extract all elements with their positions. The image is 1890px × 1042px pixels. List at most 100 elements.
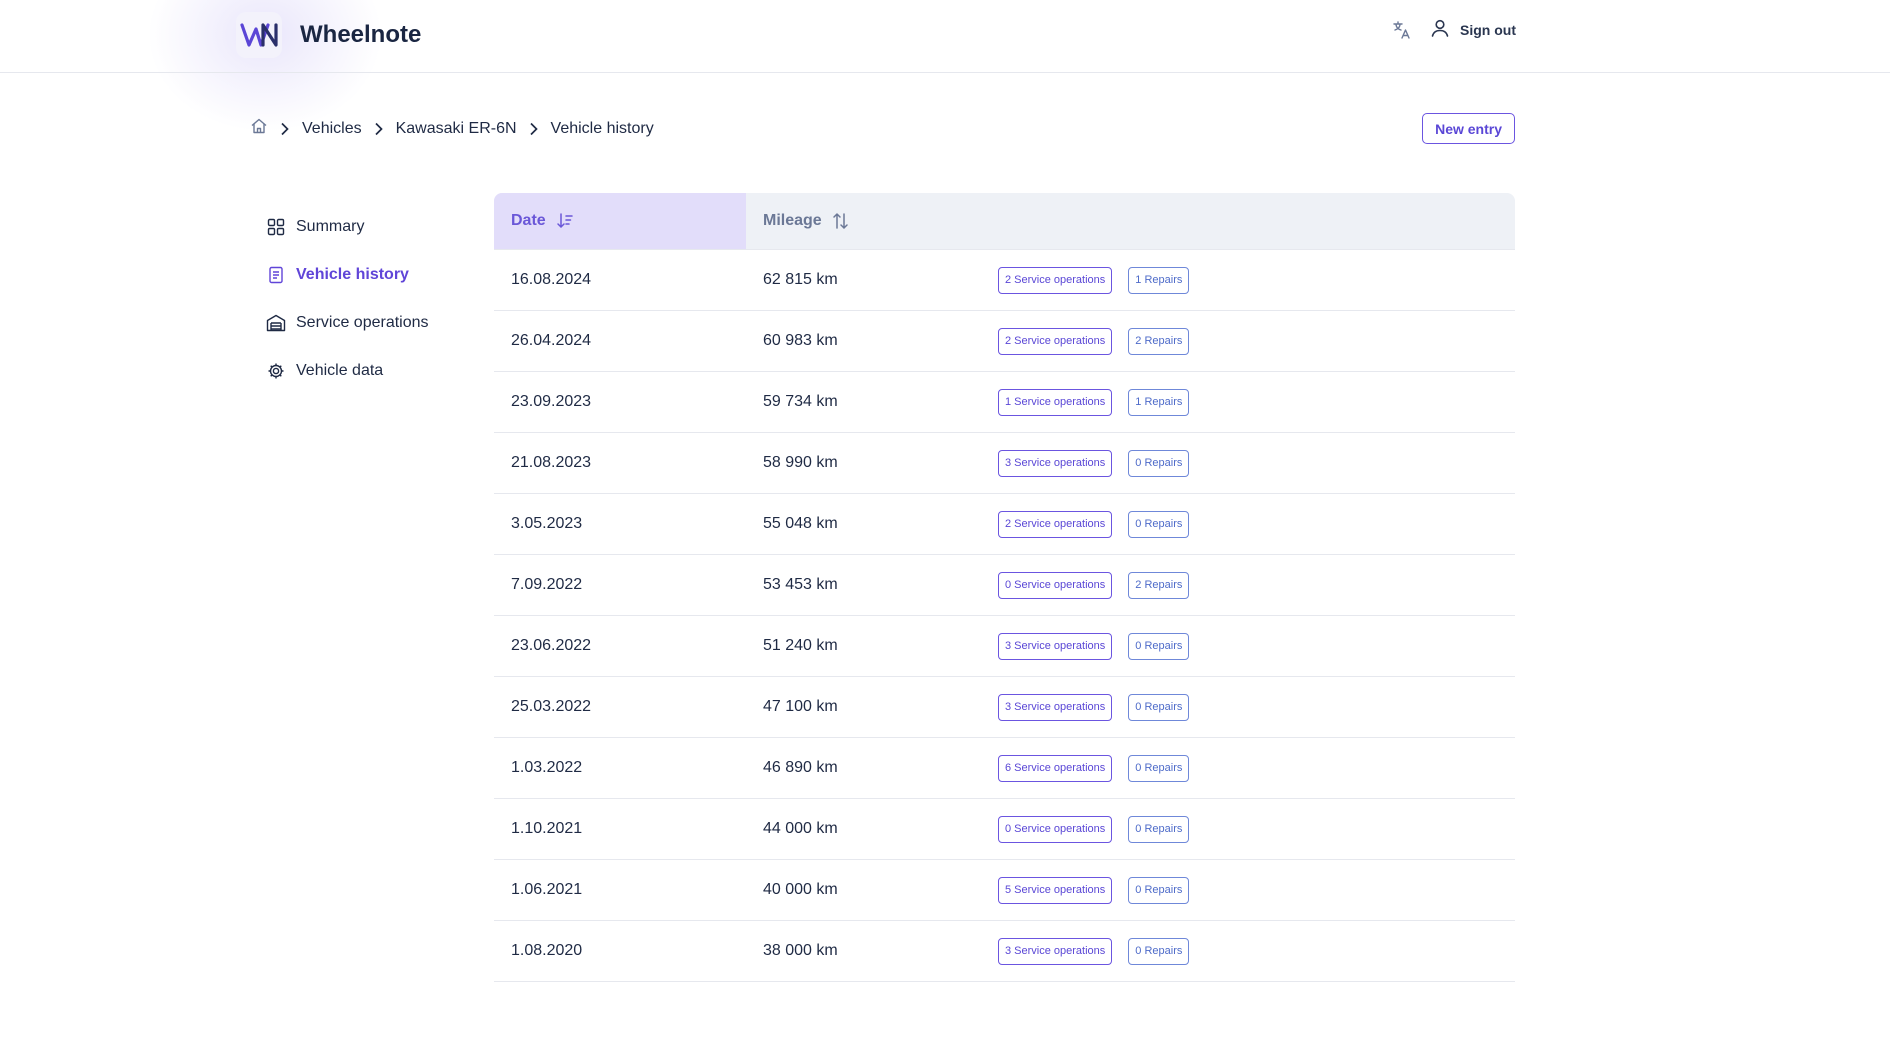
- date-cell: 1.06.2021: [511, 881, 583, 898]
- date-cell: 1.08.2020: [511, 942, 583, 959]
- table-row[interactable]: 23.06.2022 51 240 km 3 Service operation…: [494, 616, 1515, 677]
- sidebar-item-vehicle-data[interactable]: Vehicle data: [266, 347, 429, 395]
- sidebar-item-label: Vehicle history: [296, 266, 409, 283]
- column-header-date[interactable]: Date: [494, 193, 746, 249]
- breadcrumb-vehicles[interactable]: Vehicles: [302, 120, 362, 138]
- service-operations-badge[interactable]: 1 Service operations: [998, 388, 1113, 416]
- new-entry-button[interactable]: New entry: [1422, 113, 1515, 144]
- table-row[interactable]: 21.08.2023 58 990 km 3 Service operation…: [494, 433, 1515, 494]
- repairs-badge[interactable]: 2 Repairs: [1128, 571, 1190, 599]
- service-operations-badge[interactable]: 5 Service operations: [998, 876, 1113, 904]
- table-row[interactable]: 1.10.2021 44 000 km 0 Service operations…: [494, 799, 1515, 860]
- badges: 3 Service operations 0 Repairs: [998, 449, 1190, 477]
- breadcrumb-current[interactable]: Vehicle history: [551, 120, 654, 138]
- badges: 3 Service operations 0 Repairs: [998, 693, 1190, 721]
- table-row[interactable]: 1.03.2022 46 890 km 6 Service operations…: [494, 738, 1515, 799]
- service-operations-badge[interactable]: 3 Service operations: [998, 632, 1113, 660]
- badges: 2 Service operations 1 Repairs: [998, 266, 1190, 294]
- service-operations-badge[interactable]: 2 Service operations: [998, 510, 1113, 538]
- badges: 5 Service operations 0 Repairs: [998, 876, 1190, 904]
- date-cell: 3.05.2023: [511, 515, 583, 532]
- gear-icon: [266, 361, 286, 381]
- document-icon: [266, 265, 286, 285]
- table-row[interactable]: 7.09.2022 53 453 km 0 Service operations…: [494, 555, 1515, 616]
- table-row[interactable]: 16.08.2024 62 815 km 2 Service operation…: [494, 250, 1515, 311]
- service-operations-badge[interactable]: 6 Service operations: [998, 754, 1113, 782]
- repairs-badge[interactable]: 0 Repairs: [1128, 510, 1190, 538]
- repairs-badge[interactable]: 0 Repairs: [1128, 693, 1190, 721]
- service-operations-badge[interactable]: 2 Service operations: [998, 266, 1113, 294]
- app-name: Wheelnote: [300, 21, 422, 48]
- home-icon[interactable]: [250, 117, 268, 140]
- repairs-badge[interactable]: 0 Repairs: [1128, 815, 1190, 843]
- garage-icon: [266, 313, 286, 333]
- badges: 2 Service operations 0 Repairs: [998, 510, 1190, 538]
- badges: 0 Service operations 2 Repairs: [998, 571, 1190, 599]
- chevron-right-icon: [280, 122, 290, 136]
- table-row[interactable]: 3.05.2023 55 048 km 2 Service operations…: [494, 494, 1515, 555]
- sidebar-item-service-operations[interactable]: Service operations: [266, 299, 429, 347]
- service-operations-badge[interactable]: 3 Service operations: [998, 449, 1113, 477]
- table-header: Date Mileage: [494, 193, 1515, 250]
- date-cell: 21.08.2023: [511, 454, 592, 471]
- table-row[interactable]: 25.03.2022 47 100 km 3 Service operation…: [494, 677, 1515, 738]
- column-header-mileage[interactable]: Mileage: [746, 193, 850, 249]
- badges: 1 Service operations 1 Repairs: [998, 388, 1190, 416]
- chevron-right-icon: [529, 122, 539, 136]
- mileage-cell: 53 453 km: [763, 576, 838, 593]
- service-operations-badge[interactable]: 0 Service operations: [998, 571, 1113, 599]
- sort-icon: [832, 212, 850, 230]
- date-cell: 25.03.2022: [511, 698, 592, 715]
- column-label: Mileage: [763, 212, 822, 229]
- sign-out-button[interactable]: Sign out: [1430, 18, 1516, 41]
- repairs-badge[interactable]: 2 Repairs: [1128, 327, 1190, 355]
- date-cell: 7.09.2022: [511, 576, 583, 593]
- table-row[interactable]: 1.06.2021 40 000 km 5 Service operations…: [494, 860, 1515, 921]
- brand[interactable]: Wheelnote: [236, 12, 421, 58]
- sidebar-item-label: Service operations: [296, 314, 429, 331]
- mileage-cell: 40 000 km: [763, 881, 838, 898]
- date-cell: 1.03.2022: [511, 759, 583, 776]
- table-row[interactable]: 26.04.2024 60 983 km 2 Service operation…: [494, 311, 1515, 372]
- sidebar-item-summary[interactable]: Summary: [266, 203, 429, 251]
- mileage-cell: 44 000 km: [763, 820, 838, 837]
- history-table: Date Mileage 16.08.2024 62 815 km 2 Serv…: [494, 193, 1515, 982]
- badges: 3 Service operations 0 Repairs: [998, 632, 1190, 660]
- mileage-cell: 46 890 km: [763, 759, 838, 776]
- mileage-cell: 55 048 km: [763, 515, 838, 532]
- service-operations-badge[interactable]: 3 Service operations: [998, 937, 1113, 965]
- badges: 6 Service operations 0 Repairs: [998, 754, 1190, 782]
- table-row[interactable]: 1.08.2020 38 000 km 3 Service operations…: [494, 921, 1515, 982]
- service-operations-badge[interactable]: 0 Service operations: [998, 815, 1113, 843]
- mileage-cell: 38 000 km: [763, 942, 838, 959]
- service-operations-badge[interactable]: 2 Service operations: [998, 327, 1113, 355]
- repairs-badge[interactable]: 0 Repairs: [1128, 632, 1190, 660]
- mileage-cell: 59 734 km: [763, 393, 838, 410]
- date-cell: 1.10.2021: [511, 820, 583, 837]
- date-cell: 26.04.2024: [511, 332, 592, 349]
- repairs-badge[interactable]: 0 Repairs: [1128, 449, 1190, 477]
- table-row[interactable]: 23.09.2023 59 734 km 1 Service operation…: [494, 372, 1515, 433]
- sidebar-item-label: Summary: [296, 218, 365, 235]
- breadcrumb: Vehicles Kawasaki ER-6N Vehicle history: [250, 117, 654, 140]
- repairs-badge[interactable]: 0 Repairs: [1128, 876, 1190, 904]
- repairs-badge[interactable]: 0 Repairs: [1128, 754, 1190, 782]
- service-operations-badge[interactable]: 3 Service operations: [998, 693, 1113, 721]
- translate-icon[interactable]: [1392, 20, 1412, 40]
- repairs-badge[interactable]: 1 Repairs: [1128, 388, 1190, 416]
- breadcrumb-vehicle[interactable]: Kawasaki ER-6N: [396, 120, 517, 138]
- sidebar-item-vehicle-history[interactable]: Vehicle history: [266, 251, 429, 299]
- repairs-badge[interactable]: 0 Repairs: [1128, 937, 1190, 965]
- badges: 3 Service operations 0 Repairs: [998, 937, 1190, 965]
- date-cell: 23.09.2023: [511, 393, 592, 410]
- mileage-cell: 60 983 km: [763, 332, 838, 349]
- badges: 2 Service operations 2 Repairs: [998, 327, 1190, 355]
- date-cell: 16.08.2024: [511, 271, 592, 288]
- sign-out-label: Sign out: [1460, 21, 1516, 38]
- chevron-right-icon: [374, 122, 384, 136]
- sidebar: Summary Vehicle history Service operatio…: [266, 203, 429, 395]
- date-cell: 23.06.2022: [511, 637, 592, 654]
- logo-icon: [236, 12, 282, 58]
- repairs-badge[interactable]: 1 Repairs: [1128, 266, 1190, 294]
- mileage-cell: 51 240 km: [763, 637, 838, 654]
